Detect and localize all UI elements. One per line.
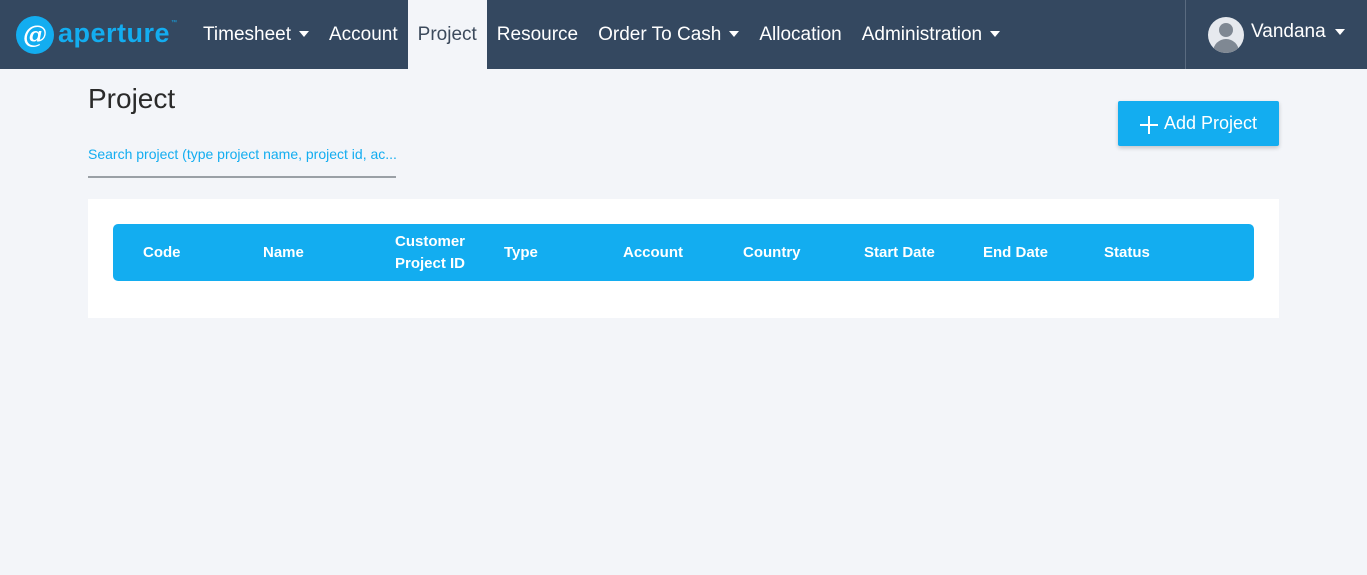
plus-icon: [1139, 115, 1158, 134]
caret-down-icon: [299, 30, 309, 37]
project-table-card: Code Name Customer Project ID Type Accou…: [88, 199, 1279, 318]
nav-item-label: Account: [329, 23, 398, 45]
column-header-name[interactable]: Name: [263, 224, 304, 281]
column-header-code[interactable]: Code: [143, 224, 181, 281]
column-header-end-date[interactable]: End Date: [983, 224, 1048, 281]
nav-timesheet[interactable]: Timesheet: [193, 0, 319, 69]
user-menu[interactable]: Vandana: [1185, 0, 1367, 69]
nav-item-label: Allocation: [759, 23, 842, 45]
table-header-row: Code Name Customer Project ID Type Accou…: [113, 224, 1254, 281]
nav-item-label: Timesheet: [203, 23, 291, 45]
search-input[interactable]: [88, 138, 396, 170]
nav-item-label: Administration: [861, 23, 983, 45]
main-nav: Timesheet Account Project Resource Order…: [193, 0, 1010, 69]
user-avatar-icon: [1208, 16, 1244, 53]
at-logo-icon: @: [16, 15, 54, 54]
column-header-type[interactable]: Type: [504, 224, 538, 281]
caret-down-icon: [729, 30, 740, 37]
caret-down-icon: [990, 30, 1001, 37]
nav-administration[interactable]: Administration: [852, 0, 1010, 69]
brand-logo[interactable]: @ aperture ™: [0, 0, 193, 69]
column-header-status[interactable]: Status: [1104, 224, 1150, 281]
nav-project[interactable]: Project: [407, 0, 487, 69]
nav-allocation[interactable]: Allocation: [749, 0, 851, 69]
add-project-button[interactable]: Add Project: [1118, 101, 1279, 146]
add-project-label: Add Project: [1163, 113, 1258, 133]
top-navbar: @ aperture ™ Timesheet Account Project R…: [0, 0, 1367, 69]
nav-item-label: Project: [417, 23, 477, 45]
column-header-account[interactable]: Account: [623, 224, 683, 281]
trademark-mark: ™: [171, 19, 178, 26]
column-header-customer-project-id[interactable]: Customer Project ID: [395, 224, 465, 281]
nav-item-label: Order To Cash: [598, 23, 722, 45]
brand-name: aperture: [58, 18, 171, 48]
nav-item-label: Resource: [496, 23, 579, 45]
nav-resource[interactable]: Resource: [487, 0, 588, 69]
page-title: Project: [88, 83, 176, 114]
user-name: Vandana: [1251, 20, 1326, 42]
search-field: [88, 138, 396, 178]
column-header-start-date[interactable]: Start Date: [864, 224, 935, 281]
caret-down-icon: [1334, 28, 1345, 35]
column-header-country[interactable]: Country: [743, 224, 801, 281]
nav-order-to-cash[interactable]: Order To Cash: [588, 0, 749, 69]
nav-account[interactable]: Account: [319, 0, 408, 69]
